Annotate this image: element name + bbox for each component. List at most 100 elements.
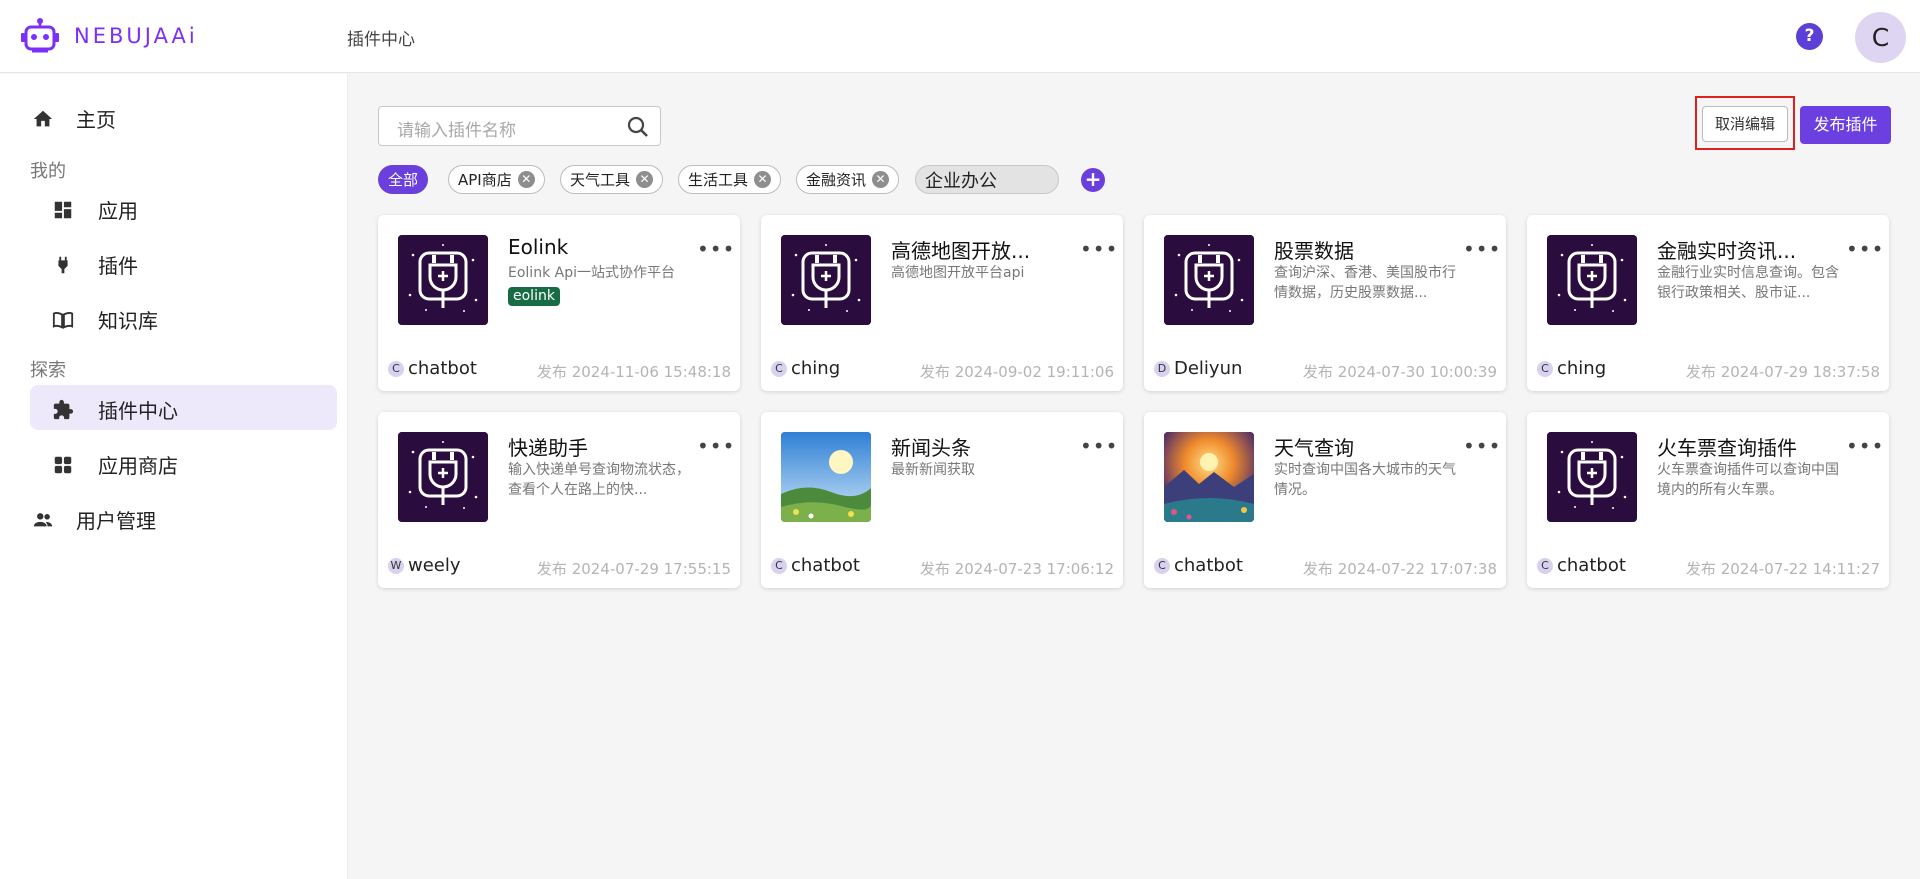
plugin-card[interactable]: 火车票查询插件 火车票查询插件可以查询中国境内的所有火车票。 ••• C cha…	[1527, 412, 1889, 588]
more-options-icon[interactable]: •••	[1463, 237, 1501, 261]
plugin-author: C chatbot	[1537, 555, 1626, 576]
power-plug-icon	[50, 252, 76, 278]
publish-plugin-button[interactable]: 发布插件	[1800, 106, 1891, 144]
plug-icon	[1547, 235, 1637, 325]
more-options-icon[interactable]: •••	[1846, 434, 1884, 458]
plugin-title: 金融实时资讯...	[1657, 239, 1797, 263]
author-name: chatbot	[1174, 555, 1243, 576]
author-name: Deliyun	[1174, 358, 1243, 379]
landscape-image	[781, 432, 871, 522]
plugin-title: 高德地图开放...	[891, 239, 1031, 263]
plugin-description: 最新新闻获取	[891, 462, 975, 478]
plugin-card[interactable]: 天气查询 实时查询中国各大城市的天气情况。 ••• C chatbot 发布 2…	[1144, 412, 1506, 588]
plugin-title: 快递助手	[508, 436, 588, 460]
sidebar-item-label: 知识库	[98, 309, 158, 333]
chip-label: 生活工具	[688, 171, 749, 189]
logo[interactable]: NEBUJAAi	[20, 18, 198, 54]
more-options-icon[interactable]: •••	[1463, 434, 1501, 458]
more-options-icon[interactable]: •••	[1846, 237, 1884, 261]
puzzle-icon	[50, 397, 76, 423]
sidebar-item-apps[interactable]: 应用	[50, 195, 138, 224]
plugin-title: 新闻头条	[891, 436, 971, 460]
dashboard-icon	[50, 197, 76, 223]
plugin-description: 实时查询中国各大城市的天气情况。	[1274, 462, 1456, 498]
publish-date: 发布 2024-07-22 14:11:27	[1685, 560, 1880, 578]
chip-label: API商店	[458, 171, 512, 189]
sidebar-item-label: 应用	[98, 199, 138, 223]
plugin-card[interactable]: 金融实时资讯... 金融行业实时信息查询。包含银行政策相关、股市证... •••…	[1527, 215, 1889, 391]
plugin-description: Eolink Api一站式协作平台	[508, 265, 675, 281]
book-icon	[50, 307, 76, 333]
sidebar: 主页 我的 应用 插件 知识库 探索 插件中心 应用商店 用户管理	[0, 74, 348, 879]
plugin-title: 股票数据	[1274, 239, 1354, 263]
category-edit-input[interactable]: 企业办公	[915, 165, 1059, 194]
sidebar-item-home[interactable]: 主页	[30, 104, 116, 133]
author-name: ching	[791, 358, 841, 379]
chip-label: 金融资讯	[806, 171, 867, 189]
more-options-icon[interactable]: •••	[1080, 434, 1118, 458]
plugin-author: D Deliyun	[1154, 358, 1242, 379]
remove-chip-icon[interactable]: ✕	[872, 171, 890, 188]
plugin-card[interactable]: 股票数据 查询沪深、香港、美国股市行情数据，历史股票数据... ••• D De…	[1144, 215, 1506, 391]
author-avatar: C	[771, 360, 787, 377]
plugin-description: 查询沪深、香港、美国股市行情数据，历史股票数据...	[1274, 265, 1456, 301]
plugin-card[interactable]: Eolink Eolink Api一站式协作平台 eolink ••• C ch…	[378, 215, 740, 391]
plugin-description: 火车票查询插件可以查询中国境内的所有火车票。	[1657, 462, 1839, 498]
people-icon	[30, 507, 56, 533]
plug-icon	[1547, 432, 1637, 522]
help-icon[interactable]: ?	[1796, 23, 1823, 50]
plugin-author: C chatbot	[1154, 555, 1243, 576]
sidebar-section-explore: 探索	[30, 360, 66, 381]
search-input[interactable]: 请输入插件名称	[378, 106, 661, 146]
sidebar-section-mine: 我的	[30, 161, 66, 182]
sidebar-item-plugin-center[interactable]: 插件中心	[50, 395, 178, 424]
sidebar-item-label: 插件中心	[98, 399, 178, 423]
cancel-edit-button[interactable]: 取消编辑	[1702, 106, 1788, 142]
category-chip-all[interactable]: 全部	[378, 165, 428, 194]
more-options-icon[interactable]: •••	[697, 434, 735, 458]
remove-chip-icon[interactable]: ✕	[754, 171, 772, 188]
plugin-author: W weely	[388, 555, 461, 576]
author-avatar: C	[771, 557, 787, 574]
remove-chip-icon[interactable]: ✕	[517, 171, 535, 188]
author-name: weely	[408, 555, 461, 576]
plugin-title: 火车票查询插件	[1657, 436, 1797, 460]
publish-date: 发布 2024-07-23 17:06:12	[919, 560, 1114, 578]
publish-date: 发布 2024-11-06 15:48:18	[536, 363, 731, 381]
sidebar-item-label: 用户管理	[76, 509, 156, 533]
add-category-icon[interactable]: +	[1081, 168, 1105, 192]
plugin-title: Eolink	[508, 235, 569, 259]
sidebar-item-label: 主页	[76, 108, 116, 132]
publish-date: 发布 2024-09-02 19:11:06	[919, 363, 1114, 381]
robot-logo-icon	[21, 18, 59, 53]
author-avatar: D	[1154, 360, 1170, 377]
category-chip[interactable]: 金融资讯 ✕	[796, 165, 900, 194]
plugin-title: 天气查询	[1274, 436, 1354, 460]
top-header: NEBUJAAi 插件中心 ? C	[0, 0, 1920, 73]
more-options-icon[interactable]: •••	[697, 237, 735, 261]
category-chip[interactable]: API商店 ✕	[448, 165, 545, 194]
sidebar-item-knowledge[interactable]: 知识库	[50, 305, 158, 334]
search-placeholder: 请输入插件名称	[397, 121, 516, 141]
sidebar-item-app-store[interactable]: 应用商店	[50, 450, 178, 479]
category-chip[interactable]: 生活工具 ✕	[678, 165, 782, 194]
more-options-icon[interactable]: •••	[1080, 237, 1118, 261]
author-avatar: C	[1537, 360, 1553, 377]
plugin-card[interactable]: 快递助手 输入快递单号查询物流状态，查看个人在路上的快... ••• W wee…	[378, 412, 740, 588]
category-chip[interactable]: 天气工具 ✕	[560, 165, 664, 194]
publish-date: 发布 2024-07-22 17:07:38	[1302, 560, 1497, 578]
chip-label: 天气工具	[570, 171, 631, 189]
logo-text: NEBUJAAi	[74, 24, 198, 48]
plugin-card[interactable]: 高德地图开放... 高德地图开放平台api ••• C ching 发布 202…	[761, 215, 1123, 391]
remove-chip-icon[interactable]: ✕	[636, 171, 654, 188]
plugin-author: C ching	[1537, 358, 1606, 379]
sidebar-item-label: 插件	[98, 254, 138, 278]
home-icon	[30, 106, 56, 132]
plugin-card[interactable]: 新闻头条 最新新闻获取 ••• C chatbot 发布 2024-07-23 …	[761, 412, 1123, 588]
user-avatar[interactable]: C	[1855, 12, 1906, 63]
search-icon[interactable]	[626, 115, 650, 143]
sidebar-item-plugins[interactable]: 插件	[50, 250, 138, 279]
sidebar-item-user-mgmt[interactable]: 用户管理	[30, 505, 156, 534]
author-name: chatbot	[408, 358, 477, 379]
plugin-description: 高德地图开放平台api	[891, 265, 1025, 281]
